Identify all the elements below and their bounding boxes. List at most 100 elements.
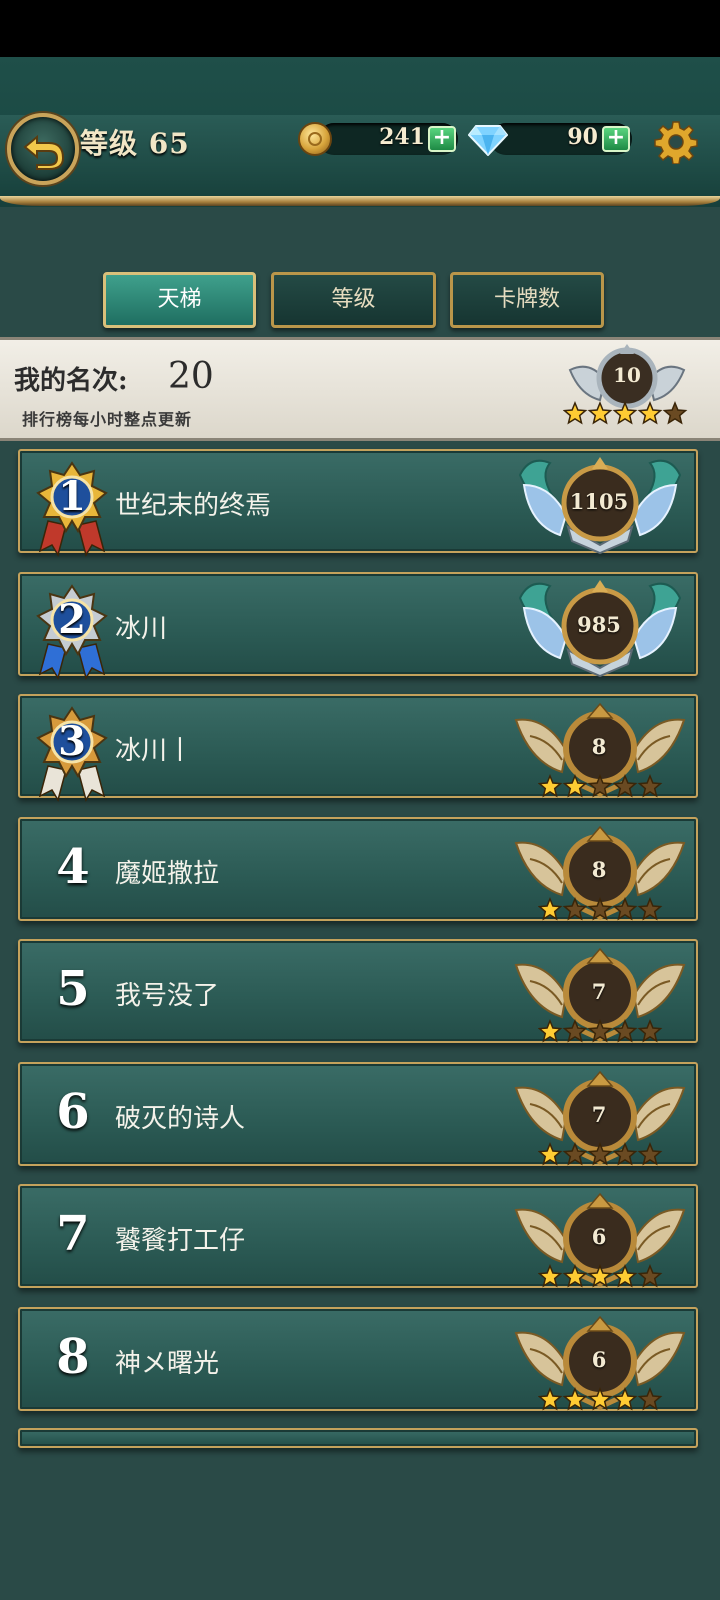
star-filled-icon (562, 1386, 588, 1410)
rank-number: 8 (56, 1328, 90, 1385)
top-bar-rim (0, 196, 720, 206)
star-filled-icon (537, 774, 563, 798)
back-button[interactable] (7, 113, 79, 185)
star-filled-icon (612, 401, 638, 425)
star-filled-icon (637, 401, 663, 425)
my-rank-label: 我的名次: (14, 366, 128, 396)
add-gold-button[interactable]: + (428, 126, 456, 152)
leaderboard-row[interactable]: 8 神メ曙光 6 (18, 1306, 698, 1411)
leaderboard-row[interactable]: 7 饕餮打工仔 6 (18, 1184, 698, 1288)
rank-score: 7 (591, 979, 607, 1004)
player-name: 魔姬撒拉 (115, 858, 220, 889)
leaderboard-row[interactable]: 5 我号没了 7 (18, 939, 698, 1043)
star-empty-icon (637, 1386, 663, 1410)
star-filled-icon (612, 1386, 638, 1410)
tab-card-count[interactable]: 卡牌数 (450, 272, 604, 328)
my-rank-value: 20 (168, 356, 214, 397)
player-name: 冰川丨 (115, 736, 194, 766)
table-row-partial[interactable] (18, 1428, 698, 1448)
update-note: 排行榜每小时整点更新 (22, 410, 193, 429)
tab-ladder[interactable]: 天梯 (103, 272, 256, 328)
player-name: 世纪末的终焉 (115, 491, 272, 521)
star-filled-icon (537, 1386, 563, 1410)
leaderboard-row[interactable]: 3 冰川丨 8 (18, 694, 698, 802)
star-filled-icon (537, 1141, 563, 1165)
row-rating-stars (537, 896, 663, 927)
star-empty-icon (637, 774, 663, 798)
star-filled-icon (537, 1264, 563, 1288)
rating-stars-icon (537, 1264, 663, 1288)
player-name: 饕餮打工仔 (115, 1226, 246, 1256)
star-empty-icon (637, 1141, 663, 1165)
status-bar (0, 0, 720, 57)
rank-number: 6 (56, 1083, 90, 1140)
rank-score: 1105 (569, 489, 629, 514)
leaderboard-row[interactable]: 1 世纪末的终焉 1105 (18, 449, 698, 557)
row-rating-stars (537, 774, 663, 804)
star-empty-icon (587, 896, 613, 920)
rank-score: 8 (591, 856, 607, 882)
star-empty-icon (612, 774, 638, 798)
my-rank-stars (562, 401, 688, 431)
rank-score: 6 (591, 1224, 607, 1249)
rank-score: 6 (591, 1346, 607, 1372)
star-filled-icon (587, 1264, 613, 1288)
rank-number: 2 (58, 595, 86, 643)
rating-stars-icon (537, 1386, 663, 1410)
star-empty-icon (637, 896, 663, 920)
rank-score: 8 (591, 734, 607, 759)
row-rating-stars (537, 1019, 663, 1049)
player-name: 神メ曙光 (115, 1348, 220, 1379)
star-filled-icon (562, 774, 588, 798)
star-empty-icon (587, 1019, 613, 1043)
star-empty-icon (587, 774, 613, 798)
gold-coin-icon (298, 122, 332, 156)
player-name: 破灭的诗人 (115, 1103, 246, 1134)
settings-gear-icon[interactable] (654, 120, 698, 164)
star-empty-icon (612, 896, 638, 920)
my-rank-badge-value: 10 (613, 363, 641, 387)
rating-stars-icon (537, 1019, 663, 1043)
leaderboard-row[interactable]: 6 破灭的诗人 7 (18, 1061, 698, 1166)
star-empty-icon (637, 1019, 663, 1043)
star-empty-icon (662, 401, 688, 425)
leaderboard-row[interactable]: 4 魔姬撒拉 8 (18, 816, 698, 921)
add-gems-button[interactable]: + (602, 126, 630, 152)
star-empty-icon (562, 1019, 588, 1043)
back-arrow-icon (23, 134, 65, 170)
rank-score: 985 (577, 611, 621, 637)
rank-score: 7 (591, 1101, 607, 1127)
row-rating-stars (537, 1386, 663, 1417)
star-empty-icon (562, 896, 588, 920)
player-level: 等级 65 (80, 127, 190, 160)
rank-number: 1 (58, 473, 86, 520)
star-filled-icon (537, 896, 563, 920)
star-filled-icon (587, 1386, 613, 1410)
star-filled-icon (562, 1264, 588, 1288)
gold-amount: 241 (379, 124, 425, 150)
row-rating-stars (537, 1264, 663, 1294)
row-rating-stars (537, 1141, 663, 1172)
gem-amount: 90 (567, 124, 598, 150)
list-bottom-mask (0, 1445, 720, 1600)
star-filled-icon (562, 401, 588, 425)
rank-number: 3 (58, 718, 86, 765)
star-empty-icon (562, 1141, 588, 1165)
diamond-icon (468, 125, 508, 156)
rating-stars-icon (537, 1141, 663, 1165)
tab-level[interactable]: 等级 (271, 272, 436, 328)
rating-stars-icon (537, 896, 663, 920)
star-filled-icon (587, 401, 613, 425)
rank-number: 7 (56, 1206, 90, 1262)
star-filled-icon (612, 1264, 638, 1288)
player-name: 我号没了 (115, 981, 220, 1011)
player-name: 冰川 (115, 613, 168, 644)
star-empty-icon (587, 1141, 613, 1165)
leaderboard-row[interactable]: 2 冰川 985 (18, 571, 698, 680)
star-empty-icon (612, 1019, 638, 1043)
star-filled-icon (537, 1019, 563, 1043)
rank-number: 5 (56, 961, 90, 1017)
rating-stars-icon (537, 774, 663, 798)
rank-number: 4 (56, 838, 90, 895)
star-empty-icon (637, 1264, 663, 1288)
